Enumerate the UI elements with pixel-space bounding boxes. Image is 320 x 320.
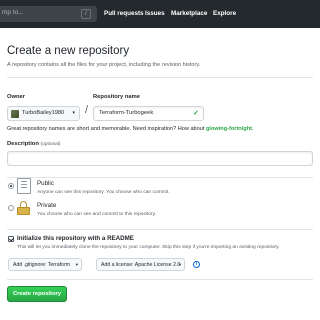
caret-down-icon: ▾ <box>178 262 181 267</box>
hint-suffix: . <box>251 126 254 132</box>
divider <box>7 77 313 78</box>
repo-name-label: Repository name <box>93 94 141 100</box>
init-readme-checkbox[interactable] <box>8 236 14 242</box>
owner-label: Owner <box>7 94 26 100</box>
info-icon[interactable]: i <box>193 261 200 268</box>
public-title: Public <box>37 180 54 187</box>
create-repository-button[interactable]: Create repository <box>7 286 67 302</box>
nav-pull-requests[interactable]: Pull requests <box>104 10 144 17</box>
private-title: Private <box>37 202 57 209</box>
repo-name-input[interactable]: Terraform-Turbogeek ✓ <box>93 106 204 121</box>
slash-shortcut-icon: / <box>81 9 91 19</box>
lock-icon <box>17 201 30 215</box>
owner-select[interactable]: TurboBailey1980 ▾ <box>7 106 80 121</box>
license-dropdown[interactable]: Add a license: Apache License 2.0 ▾ <box>96 258 185 271</box>
owner-value: TurboBailey1980 <box>22 110 65 116</box>
top-header: mp to... / Pull requests Issues Marketpl… <box>0 0 320 28</box>
lock-body <box>17 207 30 215</box>
init-readme-description: This will let you immediately clone the … <box>17 245 280 250</box>
hint-text: Great repository names are short and mem… <box>7 126 206 132</box>
description-input[interactable] <box>7 151 313 166</box>
divider <box>7 229 313 230</box>
caret-down-icon: ▾ <box>75 262 78 267</box>
public-description: Anyone can see this repository. You choo… <box>37 190 170 195</box>
name-suggestion-link[interactable]: glowing-fortnight <box>206 126 252 132</box>
repo-name-value: Terraform-Turbogeek <box>99 110 154 116</box>
license-value: Add a license: Apache License 2.0 <box>101 262 181 268</box>
gitignore-value: Add .gitignore: Terraform <box>13 262 70 268</box>
optional-tag: (optional) <box>40 142 61 147</box>
page-subtitle: A repository contains all the files for … <box>7 62 201 68</box>
path-separator: / <box>85 104 89 116</box>
private-description: You choose who can see and commit to thi… <box>37 212 157 217</box>
init-readme-title: Initialize this repository with a README <box>17 235 134 242</box>
nav-explore[interactable]: Explore <box>213 10 236 17</box>
description-label: Description (optional) <box>7 141 61 147</box>
description-label-text: Description <box>7 141 39 147</box>
private-radio[interactable] <box>8 205 14 211</box>
gitignore-dropdown[interactable]: Add .gitignore: Terraform ▾ <box>8 258 82 271</box>
divider <box>7 279 313 280</box>
divider <box>7 177 313 178</box>
search-input[interactable]: mp to... / <box>0 6 97 22</box>
public-radio[interactable] <box>8 183 14 189</box>
search-placeholder: mp to... <box>2 9 24 16</box>
avatar <box>11 110 19 118</box>
repo-book-icon <box>17 178 31 194</box>
caret-down-icon: ▾ <box>72 110 75 116</box>
nav-marketplace[interactable]: Marketplace <box>171 10 207 17</box>
page-title: Create a new repository <box>7 45 130 57</box>
repo-name-hint: Great repository names are short and mem… <box>7 126 254 132</box>
nav-issues[interactable]: Issues <box>145 10 165 17</box>
check-icon: ✓ <box>193 110 199 117</box>
